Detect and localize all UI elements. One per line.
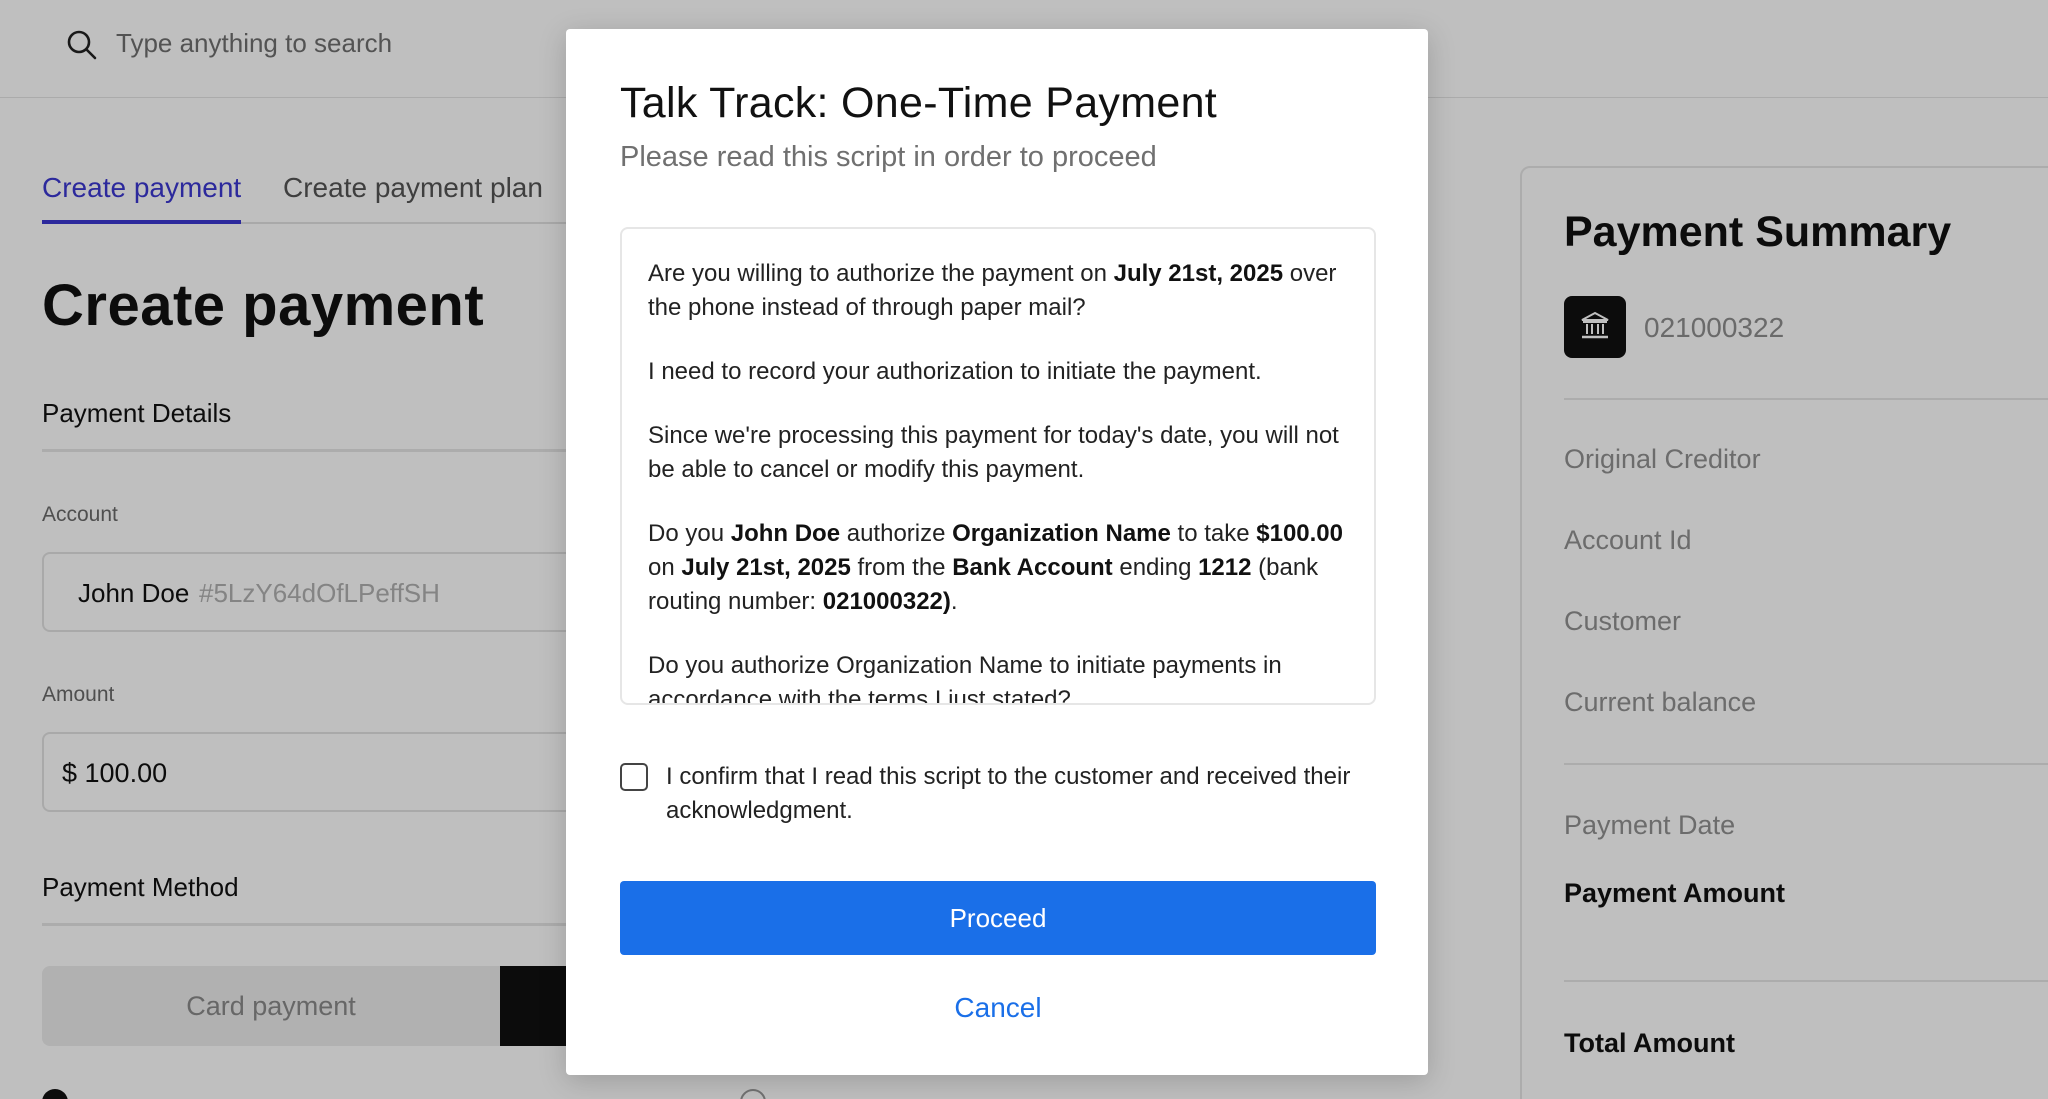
modal-subtitle: Please read this script in order to proc… xyxy=(620,141,1157,173)
script-paragraph: Are you willing to authorize the payment… xyxy=(648,260,1337,321)
script-text: Are you willing to authorize the payment… xyxy=(648,257,1354,705)
script-paragraph: Since we're processing this payment for … xyxy=(648,422,1339,483)
confirm-checkbox[interactable] xyxy=(620,763,648,791)
script-scroll-area[interactable]: Are you willing to authorize the payment… xyxy=(620,227,1376,705)
script-paragraph: Do you authorize Organization Name to in… xyxy=(648,652,1282,705)
modal-title: Talk Track: One-Time Payment xyxy=(620,79,1218,127)
script-paragraph: I need to record your authorization to i… xyxy=(648,358,1262,385)
proceed-button[interactable]: Proceed xyxy=(620,881,1376,955)
confirm-label[interactable]: I confirm that I read this script to the… xyxy=(666,760,1366,828)
talk-track-modal: Talk Track: One-Time Payment Please read… xyxy=(566,29,1428,1075)
script-paragraph: Do you John Doe authorize Organization N… xyxy=(648,520,1344,615)
cancel-button[interactable]: Cancel xyxy=(620,983,1376,1033)
